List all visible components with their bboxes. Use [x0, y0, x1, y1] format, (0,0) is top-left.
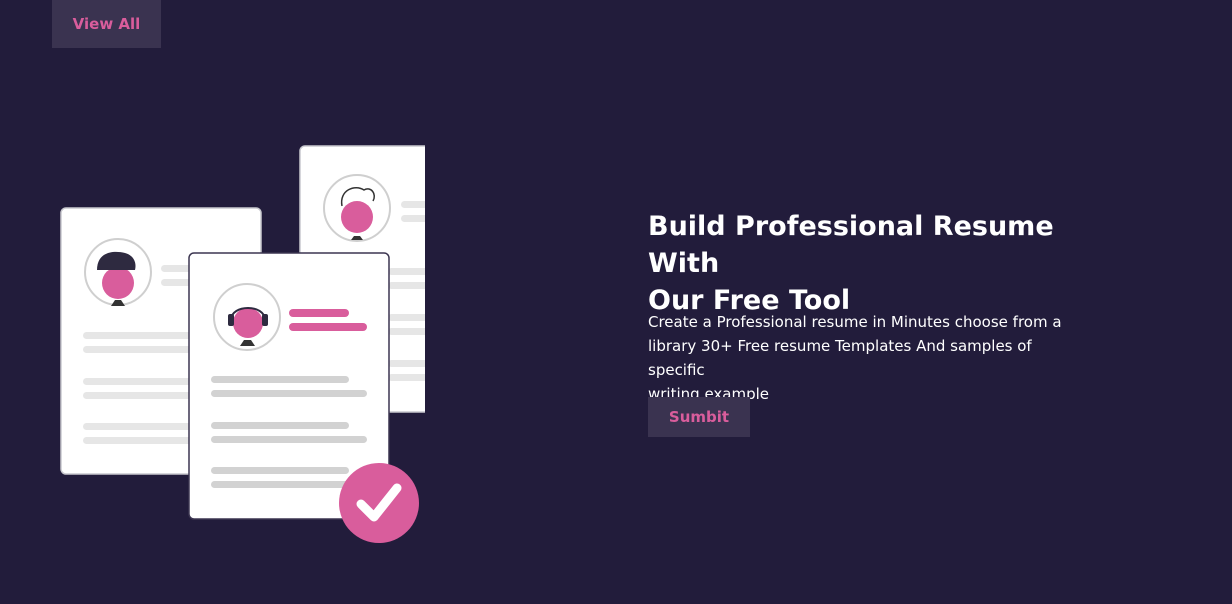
resume-documents-illustration [60, 145, 501, 543]
description-line-2: library 30+ Free resume Templates And sa… [648, 337, 1032, 379]
page-title: Build Professional Resume With Our Free … [648, 208, 1128, 319]
description-line-1: Create a Professional resume in Minutes … [648, 313, 1062, 331]
checkmark-icon [339, 463, 419, 543]
submit-button[interactable]: Sumbit [648, 397, 750, 437]
description: Create a Professional resume in Minutes … [648, 310, 1068, 406]
resume-illustration [55, 140, 501, 554]
title-line-1: Build Professional Resume With [648, 211, 1054, 279]
view-all-button[interactable]: View All [52, 0, 161, 48]
